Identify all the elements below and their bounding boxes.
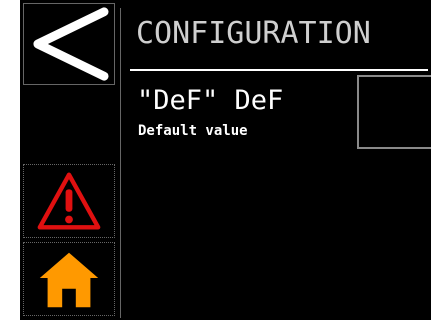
sidebar-divider bbox=[120, 8, 121, 318]
page-title: CONFIGURATION bbox=[136, 16, 371, 51]
alarm-button[interactable] bbox=[23, 164, 115, 238]
parameter-checkbox[interactable] bbox=[357, 75, 431, 149]
home-button[interactable] bbox=[23, 242, 115, 316]
title-divider bbox=[130, 69, 428, 71]
device-screen: CONFIGURATION "DeF" DeF Default value bbox=[20, 0, 431, 320]
back-button[interactable] bbox=[23, 3, 115, 85]
sidebar bbox=[20, 0, 118, 320]
back-arrow-icon bbox=[33, 7, 109, 81]
parameter-description: Default value bbox=[138, 123, 248, 139]
warning-icon bbox=[37, 172, 101, 230]
home-icon bbox=[39, 252, 99, 308]
parameter-title: "DeF" DeF bbox=[137, 85, 284, 116]
